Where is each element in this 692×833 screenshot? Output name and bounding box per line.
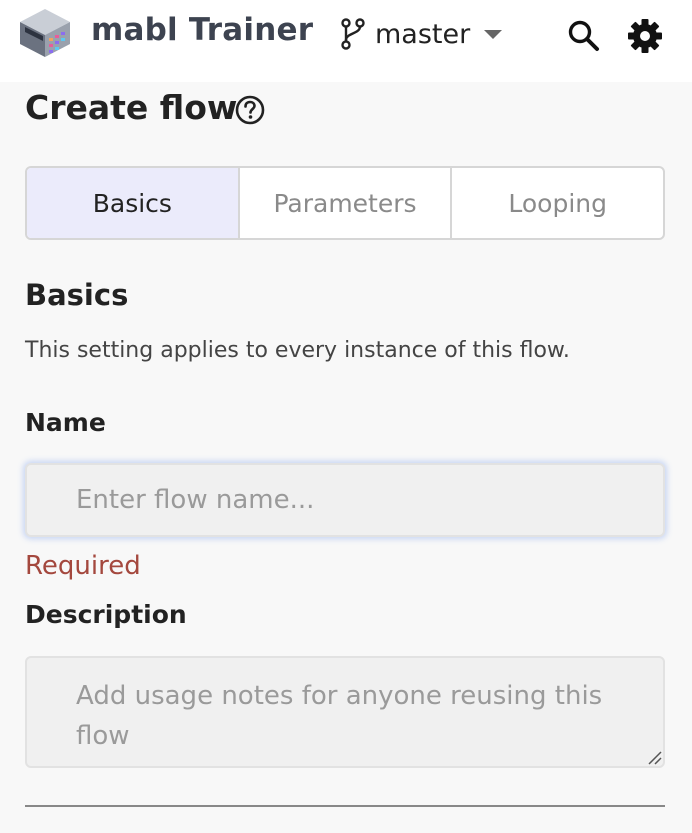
git-branch-icon [341,18,365,50]
name-label: Name [25,408,106,437]
page-title: Create flow [25,88,238,127]
branch-name: master [375,18,471,50]
section-description: This setting applies to every instance o… [25,338,570,363]
branch-selector[interactable]: master [340,14,503,54]
required-error-text: Required [25,551,141,581]
section-title: Basics [25,278,129,312]
app-title: mabl Trainer [91,12,314,48]
mabl-logo-icon [20,9,70,57]
resize-handle-icon[interactable] [648,751,662,765]
tab-looping[interactable]: Looping [450,168,663,238]
description-textarea[interactable] [25,656,665,768]
app-header: mabl Trainer master [0,0,692,82]
divider [25,805,665,807]
tab-basics[interactable]: Basics [27,168,238,238]
description-label: Description [25,600,187,629]
flow-tabs: Basics Parameters Looping [25,166,665,240]
gear-icon[interactable] [626,17,664,55]
tab-parameters[interactable]: Parameters [237,168,451,238]
chevron-down-icon [484,29,503,39]
flow-name-input[interactable] [25,463,665,537]
search-icon[interactable] [566,18,602,54]
help-circle-icon[interactable] [234,94,266,126]
